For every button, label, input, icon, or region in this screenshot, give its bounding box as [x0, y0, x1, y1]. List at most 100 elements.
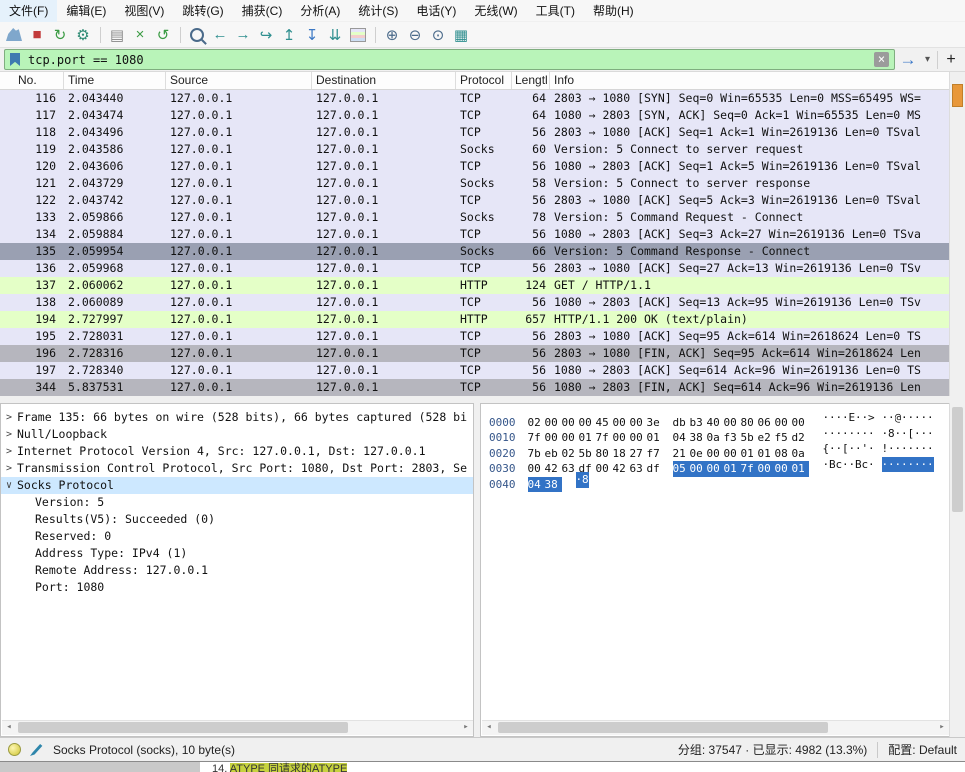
filter-input[interactable]: tcp.port == 1080 ×: [4, 49, 895, 70]
column-header-no[interactable]: No.: [0, 72, 64, 89]
column-header-source[interactable]: Source: [166, 72, 312, 89]
packet-row[interactable]: 133 2.059866 127.0.0.1 127.0.0.1 Socks 7…: [0, 209, 949, 226]
detail-line[interactable]: Results(V5): Succeeded (0): [1, 511, 473, 528]
menu-item[interactable]: 统计(S): [349, 0, 407, 22]
packet-row[interactable]: 121 2.043729 127.0.0.1 127.0.0.1 Socks 5…: [0, 175, 949, 192]
menu-item[interactable]: 电话(Y): [407, 0, 465, 22]
hex-byte[interactable]: 00: [758, 461, 775, 477]
packet-row[interactable]: 136 2.059968 127.0.0.1 127.0.0.1 TCP 56 …: [0, 260, 949, 277]
expand-icon[interactable]: >: [1, 460, 17, 477]
packet-row[interactable]: 118 2.043496 127.0.0.1 127.0.0.1 TCP 56 …: [0, 124, 949, 141]
scroll-left-icon[interactable]: ◂: [482, 721, 496, 734]
detail-line[interactable]: Port: 1080: [1, 579, 473, 596]
menu-item[interactable]: 工具(T): [527, 0, 584, 22]
ascii-char[interactable]: ·: [927, 410, 934, 426]
packet-row[interactable]: 137 2.060062 127.0.0.1 127.0.0.1 HTTP 12…: [0, 277, 949, 294]
find-packet-icon[interactable]: [186, 24, 208, 46]
packet-row[interactable]: 344 5.837531 127.0.0.1 127.0.0.1 TCP 56 …: [0, 379, 949, 396]
hex-vscrollbar[interactable]: [949, 403, 965, 737]
hex-byte[interactable]: 00: [596, 461, 613, 477]
scroll-right-icon[interactable]: ▸: [459, 721, 473, 734]
packet-row[interactable]: 116 2.043440 127.0.0.1 127.0.0.1 TCP 64 …: [0, 90, 949, 107]
menu-item[interactable]: 文件(F): [0, 0, 57, 22]
detail-line[interactable]: Remote Address: 127.0.0.1: [1, 562, 473, 579]
filter-apply-button[interactable]: →: [895, 50, 921, 70]
details-hscrollbar[interactable]: ◂ ▸: [2, 720, 473, 735]
column-header-time[interactable]: Time: [64, 72, 166, 89]
reload-file-icon[interactable]: ↺: [152, 24, 174, 46]
zoom-reset-icon[interactable]: ⊙: [427, 24, 449, 46]
ascii-char[interactable]: ·: [927, 457, 934, 473]
detail-line[interactable]: >Null/Loopback: [1, 426, 473, 443]
packet-row[interactable]: 194 2.727997 127.0.0.1 127.0.0.1 HTTP 65…: [0, 311, 949, 328]
hex-byte[interactable]: 01: [724, 461, 741, 477]
zoom-in-icon[interactable]: ⊕: [381, 24, 403, 46]
go-first-packet-icon[interactable]: ↥: [278, 24, 300, 46]
filter-bookmark-icon[interactable]: [10, 53, 20, 66]
details-hscroll-thumb[interactable]: [18, 722, 348, 733]
menu-item[interactable]: 视图(V): [115, 0, 173, 22]
auto-scroll-icon[interactable]: ⇊: [324, 24, 346, 46]
pane-splitter-horizontal[interactable]: [0, 396, 965, 403]
filter-expression[interactable]: tcp.port == 1080: [28, 53, 874, 67]
menu-item[interactable]: 编辑(E): [57, 0, 115, 22]
hex-byte[interactable]: 63: [630, 461, 647, 477]
resize-columns-icon[interactable]: ▦: [450, 24, 472, 46]
hex-byte[interactable]: 01: [792, 461, 809, 477]
ascii-char[interactable]: ·: [868, 441, 875, 457]
hex-byte[interactable]: df: [647, 461, 664, 477]
hex-vscroll-thumb[interactable]: [952, 407, 963, 512]
detail-line[interactable]: >Internet Protocol Version 4, Src: 127.0…: [1, 443, 473, 460]
packet-row[interactable]: 138 2.060089 127.0.0.1 127.0.0.1 TCP 56 …: [0, 294, 949, 311]
hex-byte[interactable]: 04: [528, 477, 545, 493]
scroll-right-icon[interactable]: ▸: [935, 721, 949, 734]
detail-line[interactable]: >Frame 135: 66 bytes on wire (528 bits),…: [1, 409, 473, 426]
restart-capture-icon[interactable]: ↻: [49, 24, 71, 46]
filter-dropdown-icon[interactable]: ▾: [921, 54, 934, 65]
detail-line[interactable]: >Transmission Control Protocol, Src Port…: [1, 460, 473, 477]
menu-item[interactable]: 跳转(G): [173, 0, 232, 22]
packet-row[interactable]: 119 2.043586 127.0.0.1 127.0.0.1 Socks 6…: [0, 141, 949, 158]
hex-byte[interactable]: 00: [690, 461, 707, 477]
menu-item[interactable]: 捕获(C): [233, 0, 292, 22]
ascii-char[interactable]: 8: [582, 472, 589, 488]
ascii-char[interactable]: ·: [868, 426, 875, 442]
filter-clear-icon[interactable]: ×: [874, 52, 889, 67]
zoom-out-icon[interactable]: ⊖: [404, 24, 426, 46]
status-profile[interactable]: 配置: Default: [888, 741, 957, 758]
go-forward-icon[interactable]: →: [232, 24, 254, 46]
expand-icon[interactable]: >: [1, 409, 17, 426]
hex-hscroll-thumb[interactable]: [498, 722, 828, 733]
column-header-destination[interactable]: Destination: [312, 72, 456, 89]
capture-comment-icon[interactable]: [30, 743, 43, 756]
ascii-char[interactable]: ·: [927, 426, 934, 442]
expand-icon[interactable]: >: [1, 443, 17, 460]
detail-line[interactable]: Address Type: IPv4 (1): [1, 545, 473, 562]
go-to-packet-icon[interactable]: ↪: [255, 24, 277, 46]
collapse-icon[interactable]: ∨: [1, 477, 17, 494]
packet-row[interactable]: 197 2.728340 127.0.0.1 127.0.0.1 TCP 56 …: [0, 362, 949, 379]
close-file-icon[interactable]: ×: [129, 24, 151, 46]
ascii-char[interactable]: ·: [868, 457, 875, 473]
colorize-icon[interactable]: [347, 24, 369, 46]
column-header-length[interactable]: Lengtl: [512, 72, 550, 89]
menu-item[interactable]: 帮助(H): [584, 0, 643, 22]
ascii-char[interactable]: >: [868, 410, 875, 426]
detail-line[interactable]: Version: 5: [1, 494, 473, 511]
packet-list-vscrollbar[interactable]: [949, 72, 965, 396]
capture-options-icon[interactable]: ⚙: [72, 24, 94, 46]
hex-hscrollbar[interactable]: ◂ ▸: [482, 720, 949, 735]
scroll-left-icon[interactable]: ◂: [2, 721, 16, 734]
expert-info-icon[interactable]: [8, 743, 21, 756]
packet-row[interactable]: 195 2.728031 127.0.0.1 127.0.0.1 TCP 56 …: [0, 328, 949, 345]
packet-row[interactable]: 196 2.728316 127.0.0.1 127.0.0.1 TCP 56 …: [0, 345, 949, 362]
detail-line[interactable]: ∨Socks Protocol: [1, 477, 473, 494]
go-last-packet-icon[interactable]: ↧: [301, 24, 323, 46]
hex-byte[interactable]: 7f: [741, 461, 758, 477]
expand-icon[interactable]: >: [1, 426, 17, 443]
column-header-info[interactable]: Info: [550, 72, 949, 89]
packet-list-scroll-thumb[interactable]: [952, 84, 963, 107]
packet-row[interactable]: 122 2.043742 127.0.0.1 127.0.0.1 TCP 56 …: [0, 192, 949, 209]
hex-byte[interactable]: 00: [707, 461, 724, 477]
go-back-icon[interactable]: ←: [209, 24, 231, 46]
